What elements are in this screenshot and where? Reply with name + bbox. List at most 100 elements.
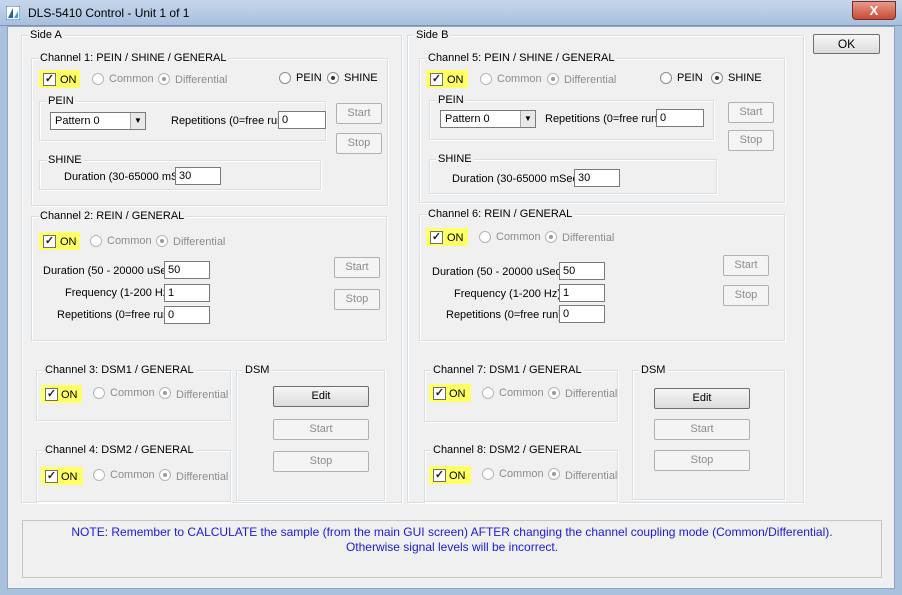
channel-1-start-button[interactable]: Start bbox=[336, 103, 382, 124]
channel-1-stop-button[interactable]: Stop bbox=[336, 133, 382, 154]
checkmark-icon: ✓ bbox=[434, 469, 445, 481]
channel-3-on-label: ON bbox=[61, 389, 78, 401]
channel-4-on-checkbox[interactable]: ✓ bbox=[45, 470, 58, 483]
channel-5-common-radio[interactable] bbox=[480, 73, 492, 85]
coupling-note: NOTE: Remember to CALCULATE the sample (… bbox=[22, 520, 882, 578]
channel-8-on-checkbox[interactable]: ✓ bbox=[433, 469, 446, 482]
app-logo-icon bbox=[6, 6, 20, 20]
ok-button[interactable]: OK bbox=[813, 34, 880, 54]
channel-1-on-checkbox[interactable]: ✓ bbox=[43, 73, 56, 86]
channel-1-group: Channel 1: PEIN / SHINE / GENERAL ✓ ON C… bbox=[31, 51, 388, 206]
channel-2-repetitions-input[interactable]: 0 bbox=[164, 306, 210, 324]
channel-2-duration-input[interactable]: 50 bbox=[164, 261, 210, 279]
channel-2-differential-radio[interactable] bbox=[156, 235, 168, 247]
close-button[interactable]: X bbox=[852, 1, 896, 20]
channel-1-repetitions-label: Repetitions (0=free run): bbox=[171, 115, 290, 127]
channel-5-shine-radio[interactable] bbox=[711, 72, 723, 84]
channel-5-start-button[interactable]: Start bbox=[728, 102, 774, 123]
note-line-2: Otherwise signal levels will be incorrec… bbox=[345, 540, 559, 554]
dsm-b-stop-button[interactable]: Stop bbox=[654, 450, 750, 471]
dsm-a-title: DSM bbox=[243, 363, 272, 377]
channel-5-duration-input[interactable]: 30 bbox=[574, 169, 620, 187]
dsm-a-stop-button[interactable]: Stop bbox=[273, 451, 369, 472]
channel-1-differential-radio[interactable] bbox=[158, 73, 170, 85]
channel-7-differential-radio[interactable] bbox=[548, 387, 560, 399]
channel-1-duration-input[interactable]: 30 bbox=[175, 167, 221, 185]
channel-2-common-radio[interactable] bbox=[90, 235, 102, 247]
channel-2-stop-button[interactable]: Stop bbox=[334, 289, 380, 310]
dsm-a-start-button[interactable]: Start bbox=[273, 419, 369, 440]
channel-5-title: Channel 5: PEIN / SHINE / GENERAL bbox=[426, 51, 617, 65]
channel-5-group: Channel 5: PEIN / SHINE / GENERAL ✓ ON C… bbox=[419, 51, 785, 203]
channel-1-pein-label: PEIN bbox=[296, 72, 322, 84]
channel-4-title: Channel 4: DSM2 / GENERAL bbox=[43, 443, 196, 457]
side-a-label: Side A bbox=[28, 28, 64, 42]
channel-4-differential-label: Differential bbox=[176, 471, 229, 483]
channel-7-title: Channel 7: DSM1 / GENERAL bbox=[431, 363, 584, 377]
channel-7-common-label: Common bbox=[499, 387, 544, 399]
channel-5-repetitions-input[interactable]: 0 bbox=[656, 109, 704, 127]
window-title: DLS-5410 Control - Unit 1 of 1 bbox=[28, 6, 190, 20]
channel-5-pattern-value: Pattern 0 bbox=[445, 113, 490, 125]
checkmark-icon: ✓ bbox=[431, 231, 442, 243]
channel-8-differential-radio[interactable] bbox=[548, 468, 560, 480]
dsm-a-edit-button[interactable]: Edit bbox=[273, 386, 369, 407]
channel-5-duration-label: Duration (30-65000 mSec): bbox=[452, 173, 585, 185]
channel-3-differential-label: Differential bbox=[176, 389, 229, 401]
channel-6-differential-label: Differential bbox=[562, 232, 615, 244]
channel-2-title: Channel 2: REIN / GENERAL bbox=[38, 209, 187, 223]
channel-6-start-button[interactable]: Start bbox=[723, 255, 769, 276]
channel-2-common-label: Common bbox=[107, 235, 152, 247]
channel-1-common-radio[interactable] bbox=[92, 73, 104, 85]
channel-1-pattern-select[interactable]: Pattern 0 ▼ bbox=[50, 112, 146, 130]
channel-3-differential-radio[interactable] bbox=[159, 387, 171, 399]
channel-1-shine-radio[interactable] bbox=[327, 72, 339, 84]
channel-6-differential-radio[interactable] bbox=[545, 231, 557, 243]
channel-6-duration-input[interactable]: 50 bbox=[559, 262, 605, 280]
channel-8-title: Channel 8: DSM2 / GENERAL bbox=[431, 443, 584, 457]
channel-2-start-button[interactable]: Start bbox=[334, 257, 380, 278]
channel-3-on-checkbox[interactable]: ✓ bbox=[45, 388, 58, 401]
channel-3-common-radio[interactable] bbox=[93, 387, 105, 399]
channel-4-group: Channel 4: DSM2 / GENERAL ✓ ON Common Di… bbox=[36, 443, 231, 502]
dsm-b-title: DSM bbox=[639, 363, 668, 377]
channel-1-pein-group-title: PEIN bbox=[46, 94, 76, 108]
channel-6-title: Channel 6: REIN / GENERAL bbox=[426, 207, 575, 221]
channel-5-on-checkbox[interactable]: ✓ bbox=[430, 73, 443, 86]
channel-1-shine-group: SHINE Duration (30-65000 mSec): 30 bbox=[39, 153, 321, 190]
channel-6-frequency-input[interactable]: 1 bbox=[559, 284, 605, 302]
channel-4-common-label: Common bbox=[110, 469, 155, 481]
channel-1-pein-radio[interactable] bbox=[279, 72, 291, 84]
chevron-down-icon[interactable]: ▼ bbox=[130, 113, 145, 129]
channel-2-frequency-input[interactable]: 1 bbox=[164, 284, 210, 302]
channel-6-common-radio[interactable] bbox=[479, 231, 491, 243]
channel-2-on-checkbox[interactable]: ✓ bbox=[43, 235, 56, 248]
dsm-b-edit-button[interactable]: Edit bbox=[654, 388, 750, 409]
side-a-group: Side A Channel 1: PEIN / SHINE / GENERAL… bbox=[21, 28, 402, 503]
channel-5-shine-label: SHINE bbox=[728, 72, 762, 84]
channel-5-stop-button[interactable]: Stop bbox=[728, 130, 774, 151]
dsm-b-start-button[interactable]: Start bbox=[654, 419, 750, 440]
channel-7-on-checkbox[interactable]: ✓ bbox=[433, 387, 446, 400]
channel-5-pattern-select[interactable]: Pattern 0 ▼ bbox=[440, 110, 536, 128]
channel-1-differential-label: Differential bbox=[175, 74, 228, 86]
chevron-down-icon[interactable]: ▼ bbox=[520, 111, 535, 127]
channel-4-differential-radio[interactable] bbox=[159, 469, 171, 481]
channel-1-repetitions-input[interactable]: 0 bbox=[278, 111, 326, 129]
channel-4-common-radio[interactable] bbox=[93, 469, 105, 481]
channel-8-group: Channel 8: DSM2 / GENERAL ✓ ON Common Di… bbox=[424, 443, 618, 502]
channel-5-differential-radio[interactable] bbox=[547, 73, 559, 85]
channel-5-shine-group: SHINE Duration (30-65000 mSec): 30 bbox=[429, 152, 717, 194]
channel-6-repetitions-input[interactable]: 0 bbox=[559, 305, 605, 323]
channel-6-stop-button[interactable]: Stop bbox=[723, 285, 769, 306]
channel-8-common-radio[interactable] bbox=[482, 468, 494, 480]
channel-4-on-label: ON bbox=[61, 471, 78, 483]
channel-2-on-label: ON bbox=[60, 236, 77, 248]
channel-5-pein-radio[interactable] bbox=[660, 72, 672, 84]
checkmark-icon: ✓ bbox=[44, 235, 55, 247]
checkmark-icon: ✓ bbox=[431, 73, 442, 85]
note-line-1: NOTE: Remember to CALCULATE the sample (… bbox=[71, 525, 833, 539]
channel-7-common-radio[interactable] bbox=[482, 387, 494, 399]
channel-6-on-checkbox[interactable]: ✓ bbox=[430, 231, 443, 244]
channel-1-shine-group-title: SHINE bbox=[46, 153, 84, 167]
